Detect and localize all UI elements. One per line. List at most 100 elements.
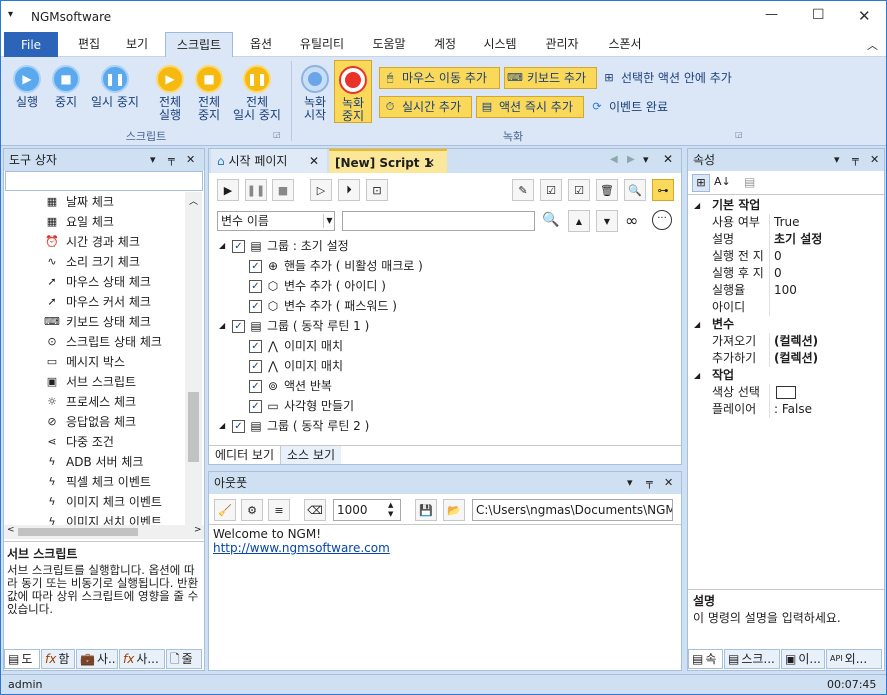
toolbox-search-input[interactable] xyxy=(5,171,203,191)
toolbox-item[interactable]: ⋖ 다중 조건 xyxy=(44,432,184,452)
tree-node[interactable]: ✓ ⊕ 핸들 추가 ( 비활성 매크로 ) xyxy=(219,256,669,276)
panel-menu-icon[interactable]: ▾ xyxy=(150,149,156,171)
tab-bookmarks[interactable]: 🗋 줄 xyxy=(166,649,202,669)
move-down-icon[interactable]: ▼ xyxy=(596,210,618,232)
panel-menu-icon[interactable]: ▾ xyxy=(627,472,633,494)
more-icon[interactable]: ··· xyxy=(652,210,672,230)
toolbox-item[interactable]: ⊘ 응답없음 체크 xyxy=(44,412,184,432)
close-tab-icon[interactable]: ✕ xyxy=(309,149,319,173)
panel-close-icon[interactable]: ✕ xyxy=(664,472,673,494)
node-checkbox[interactable]: ✓ xyxy=(249,359,262,373)
toolbox-item[interactable]: ➚ 마우스 커서 체크 xyxy=(44,292,184,312)
tab-scroll-right-icon[interactable]: ▶ xyxy=(627,154,635,165)
tab-external[interactable]: API 외... xyxy=(826,649,882,669)
node-checkbox[interactable]: ✓ xyxy=(249,259,262,273)
color-swatch[interactable] xyxy=(776,386,796,399)
categorized-icon[interactable]: ⊞ xyxy=(692,174,710,192)
add-mouse-move-button[interactable]: 🖱 마우스 이동 추가 xyxy=(379,67,500,89)
infinity-icon[interactable]: ∞ xyxy=(625,211,638,230)
property-row[interactable]: 사용 여부 True xyxy=(688,214,884,231)
collapse-ribbon-icon[interactable]: ︿ xyxy=(867,37,878,53)
property-value[interactable]: (컬렉션) xyxy=(770,333,818,350)
variable-name-dropdown[interactable]: 변수 이름 ▼ xyxy=(217,211,335,231)
record-stop-button[interactable]: 녹화 중지 xyxy=(334,60,372,123)
toolbox-item[interactable]: ϟ 이미지 서치 이벤트 xyxy=(44,512,184,525)
tab-user[interactable]: 💼 사... xyxy=(76,649,118,669)
sort-az-icon[interactable]: A↓ xyxy=(714,175,731,188)
property-row[interactable]: 색상 선택 xyxy=(688,384,884,401)
scroll-left-icon[interactable]: < xyxy=(7,525,15,535)
run-button[interactable]: ▶ 실행 xyxy=(7,65,47,109)
close-window-icon[interactable]: ✕ xyxy=(858,7,871,25)
run-selected-icon[interactable]: ⊡ xyxy=(366,179,388,201)
node-checkbox[interactable]: ✓ xyxy=(249,339,262,353)
app-menu-icon[interactable]: ▾ xyxy=(8,9,13,20)
scroll-right-icon[interactable]: > xyxy=(194,525,202,535)
node-checkbox[interactable]: ✓ xyxy=(232,239,245,253)
event-complete-button[interactable]: ⟳ 이벤트 완료 xyxy=(587,96,679,118)
tab-scripts[interactable]: ▤ 스크... xyxy=(724,649,780,669)
node-checkbox[interactable]: ✓ xyxy=(249,399,262,413)
collapse-icon[interactable]: ◢ xyxy=(694,367,700,384)
property-category[interactable]: ◢ 작업 xyxy=(688,367,884,384)
eraser-icon[interactable]: ⌫ xyxy=(304,499,326,521)
toolbox-item[interactable]: ϟ ADB 서버 체크 xyxy=(44,452,184,472)
add-action-now-button[interactable]: ▤ 액션 즉시 추가 xyxy=(476,96,584,118)
property-value[interactable]: : False xyxy=(770,401,812,418)
edit-icon[interactable]: ✎ xyxy=(512,179,534,201)
save-icon[interactable]: 💾 xyxy=(415,499,437,521)
tab-list-icon[interactable]: ▾ xyxy=(643,153,649,166)
tree-node[interactable]: ◢ ✓ ▤ 그룹 : 초기 설정 xyxy=(219,236,669,256)
toolbox-item[interactable]: ⌨ 키보드 상태 체크 xyxy=(44,312,184,332)
minimize-icon[interactable]: — xyxy=(765,7,778,22)
tree-node[interactable]: ✓ ⊚ 액션 반복 xyxy=(219,376,669,396)
toolbox-scrollbar[interactable]: ︿ xyxy=(185,192,202,525)
pin-icon[interactable]: ╤ xyxy=(168,149,175,171)
node-checkbox[interactable]: ✓ xyxy=(249,279,262,293)
add-keyboard-button[interactable]: ⌨ 키보드 추가 xyxy=(504,67,597,89)
property-row[interactable]: 설명 초기 설정 xyxy=(688,231,884,248)
menu-account[interactable]: 계정 xyxy=(423,32,467,57)
tree-node[interactable]: ◢ ✓ ▤ 그룹 ( 동작 루틴 1 ) xyxy=(219,316,669,336)
menu-sponsor[interactable]: 스폰서 xyxy=(597,32,653,57)
menu-options[interactable]: 옵션 xyxy=(239,32,283,57)
node-checkbox[interactable]: ✓ xyxy=(232,419,245,433)
delete-icon[interactable]: 🗑 xyxy=(596,179,618,201)
tree-node[interactable]: ◢ ✓ ▤ 그룹 ( 동작 루틴 2 ) xyxy=(219,416,669,436)
property-value[interactable] xyxy=(770,384,774,401)
check-icon[interactable]: ☑ xyxy=(568,179,590,201)
clear-broom-icon[interactable]: 🧹 xyxy=(214,499,236,521)
tab-functions[interactable]: fx 함 xyxy=(41,649,75,669)
toolbox-item[interactable]: ▭ 메시지 박스 xyxy=(44,352,184,372)
toolbox-item[interactable]: ⊙ 스크립트 상태 체크 xyxy=(44,332,184,352)
property-row[interactable]: 실행 후 지0 xyxy=(688,265,884,282)
add-inside-selected-button[interactable]: ⊞ 선택한 액션 안에 추가 xyxy=(599,67,749,89)
tab-script-1[interactable]: [New] Script 1 ✕ xyxy=(329,149,447,173)
stop-all-button[interactable]: ■ 전체 중지 xyxy=(188,65,230,122)
menu-script[interactable]: 스크립트 xyxy=(165,32,233,57)
find-icon[interactable]: 🔍 xyxy=(542,212,559,228)
tab-scroll-left-icon[interactable]: ◀ xyxy=(610,154,618,165)
property-category[interactable]: ◢ 기본 작업 xyxy=(688,197,884,214)
expand-icon[interactable]: ◢ xyxy=(219,316,229,336)
pin-icon[interactable]: ╤ xyxy=(646,472,653,494)
toolbox-item[interactable]: ▦ 날짜 체크 xyxy=(44,192,184,212)
node-checkbox[interactable]: ✓ xyxy=(249,379,262,393)
toolbox-hscrollbar[interactable]: < > xyxy=(4,525,204,539)
property-value[interactable]: 0 xyxy=(770,265,782,282)
tree-node[interactable]: ✓ ▭ 사각형 만들기 xyxy=(219,396,669,416)
variable-search-input[interactable] xyxy=(342,211,535,231)
tree-node[interactable]: ✓ ⋀ 이미지 매치 xyxy=(219,356,669,376)
file-menu[interactable]: File xyxy=(4,32,58,57)
toolbox-item[interactable]: ▣ 서브 스크립트 xyxy=(44,372,184,392)
menu-edit[interactable]: 편집 xyxy=(67,32,111,57)
search-icon[interactable]: 🔍 xyxy=(624,179,646,201)
tree-node[interactable]: ✓ ⬡ 변수 추가 ( 아이디 ) xyxy=(219,276,669,296)
run-from-icon[interactable]: ⏵ xyxy=(338,179,360,201)
toolbox-item[interactable]: ➚ 마우스 상태 체크 xyxy=(44,272,184,292)
record-group-launcher-icon[interactable]: ◲ xyxy=(735,130,743,139)
tab-properties[interactable]: ▤ 속 xyxy=(688,649,723,669)
lines-icon[interactable]: ≡ xyxy=(268,499,290,521)
property-row[interactable]: 가져오기 (컬렉션) xyxy=(688,333,884,350)
folder-icon[interactable]: 📂 xyxy=(443,499,465,521)
